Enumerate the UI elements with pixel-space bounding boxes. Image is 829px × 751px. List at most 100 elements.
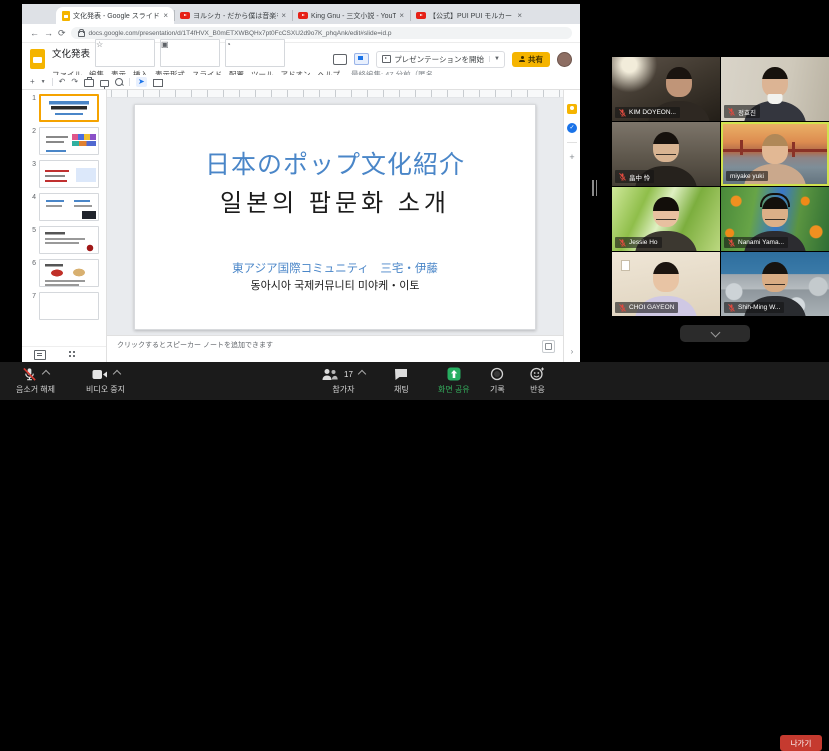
thumbnail-preview[interactable] — [39, 160, 99, 188]
slide-thumbnail-5[interactable]: 5 — [22, 226, 106, 259]
google-slides-logo-icon[interactable] — [30, 49, 45, 69]
comment-history-icon[interactable] — [333, 54, 347, 65]
slide-thumbnail-1[interactable]: 1 — [22, 94, 106, 127]
slide-thumbnail-6[interactable]: 6 — [22, 259, 106, 292]
slide-subtitle-korean[interactable]: 동아시아 국제커뮤니티 미야케・이토 — [251, 277, 420, 293]
tab-close-icon[interactable]: × — [517, 11, 522, 20]
participant-name: 정효진 — [738, 107, 756, 117]
participant-name: KIM DOYEON... — [629, 109, 676, 116]
stop-video-button[interactable]: 비디오 중지 — [86, 366, 125, 395]
tab-close-icon[interactable]: × — [399, 11, 404, 20]
move-folder-icon[interactable]: ▣ — [160, 39, 220, 67]
chevron-down-icon — [710, 327, 720, 337]
participant-name-tag: Nanami Yama... — [724, 237, 788, 248]
start-presentation-button[interactable]: プレゼンテーションを開始 ▼ — [376, 51, 505, 68]
thumbnail-preview[interactable] — [39, 193, 99, 221]
tab-youtube-2[interactable]: King Gnu - 三文小説 - YouTube × — [292, 7, 410, 24]
present-display-icon[interactable] — [354, 53, 369, 65]
thumbnail-preview[interactable] — [39, 127, 99, 155]
new-slide-button[interactable]: + — [30, 78, 35, 86]
undo-icon[interactable]: ↶ — [59, 78, 66, 86]
filmstrip-view-icon[interactable] — [34, 350, 46, 360]
share-button[interactable]: 共有 — [512, 52, 550, 67]
participants-options-chevron-icon[interactable] — [358, 370, 366, 378]
speaker-notes-bar[interactable]: クリックするとスピーカー ノートを追加できます — [107, 335, 563, 362]
video-tile[interactable]: KIM DOYEON... — [612, 57, 720, 121]
slide-title-korean[interactable]: 일본의 팝문화 소개 — [220, 183, 450, 218]
tab-close-icon[interactable]: × — [163, 11, 168, 20]
participant-name-tag: 畠中 怜 — [615, 170, 654, 183]
reactions-button[interactable]: 반응 — [530, 366, 545, 395]
tab-close-icon[interactable]: × — [281, 11, 286, 20]
current-slide[interactable]: 日本のポップ文化紹介 일본의 팝문화 소개 東アジア国際コミュニティ 三宅・伊藤… — [134, 104, 536, 330]
glasses — [656, 219, 676, 224]
grid-view-icon[interactable] — [68, 350, 77, 359]
video-tile[interactable]: Nanami Yama... — [721, 187, 829, 251]
tab-youtube-1[interactable]: ヨルシカ - だから僕は音楽を辞めた… × — [174, 7, 292, 24]
video-tile[interactable]: 정효진 — [721, 57, 829, 121]
slide-subtitle-japanese[interactable]: 東アジア国際コミュニティ 三宅・伊藤 — [232, 260, 438, 276]
video-tile[interactable]: Shih-Ming W... — [721, 252, 829, 316]
address-bar[interactable]: docs.google.com/presentation/d/1T4fHVX_B… — [71, 27, 572, 39]
collapse-gallery-button[interactable] — [680, 325, 750, 342]
gallery-resize-handle[interactable] — [592, 180, 598, 196]
face-mask — [768, 94, 783, 104]
video-tile[interactable]: Jessie Ho — [612, 187, 720, 251]
slide-canvas[interactable]: 日本のポップ文化紹介 일본의 팝문화 소개 東アジア国際コミュニティ 三宅・伊藤… — [107, 90, 563, 335]
tab-youtube-3[interactable]: 【公式】PUI PUI モルカー 第1話… × — [410, 7, 528, 24]
presentation-options-caret-icon[interactable]: ▼ — [489, 56, 504, 62]
slide-thumbnail-4[interactable]: 4 — [22, 193, 106, 226]
speaker-notes-placeholder[interactable]: クリックするとスピーカー ノートを追加できます — [117, 340, 273, 350]
chat-button[interactable]: 채팅 — [394, 366, 409, 395]
google-tasks-icon[interactable]: ✓ — [567, 123, 577, 133]
start-presentation-label: プレゼンテーションを開始 — [394, 54, 484, 65]
collapse-panel-icon[interactable]: › — [571, 347, 574, 356]
slide-thumbnail-3[interactable]: 3 — [22, 160, 106, 193]
lock-icon — [78, 31, 85, 37]
video-tile[interactable]: CHOI GAYEON — [612, 252, 720, 316]
video-tile-active-speaker[interactable]: miyake yuki — [721, 122, 829, 186]
thumbnail-preview[interactable] — [39, 292, 99, 320]
thumbnail-preview[interactable] — [39, 226, 99, 254]
back-icon[interactable]: ← — [30, 29, 39, 38]
muted-mic-icon — [728, 239, 735, 247]
print-icon[interactable] — [84, 79, 94, 87]
star-icon[interactable]: ☆ — [95, 39, 155, 67]
share-screen-button[interactable]: 화면 공유 — [438, 366, 470, 395]
video-tile[interactable]: 畠中 怜 — [612, 122, 720, 186]
text-box-icon[interactable] — [153, 79, 163, 87]
muted-mic-icon — [619, 304, 626, 312]
share-screen-icon — [447, 367, 461, 381]
video-options-chevron-icon[interactable] — [112, 370, 120, 378]
account-avatar[interactable] — [557, 52, 572, 67]
paint-format-icon[interactable] — [100, 80, 109, 87]
forward-icon[interactable]: → — [44, 29, 53, 38]
unmute-button[interactable]: 음소거 해제 — [16, 366, 55, 395]
slide-filmstrip-panel: 1 2 3 4 5 — [22, 90, 107, 362]
record-button[interactable]: 기록 — [490, 366, 505, 395]
participant-name-tag: KIM DOYEON... — [615, 107, 680, 118]
slide-title-japanese[interactable]: 日本のポップ文化紹介 — [205, 145, 465, 181]
participant-name: 畠中 怜 — [629, 172, 650, 182]
slide-thumbnail-2[interactable]: 2 — [22, 127, 106, 160]
new-slide-caret-icon[interactable]: ▼ — [41, 80, 46, 85]
document-title[interactable]: 文化発表 — [52, 46, 90, 60]
slide-thumbnail-7[interactable]: 7 — [22, 292, 106, 325]
leave-meeting-button[interactable]: 나가기 — [780, 735, 822, 751]
notes-layout-icon[interactable] — [542, 340, 555, 353]
reload-icon[interactable]: ⟳ — [58, 29, 66, 38]
google-keep-icon[interactable] — [567, 104, 577, 114]
participants-button[interactable]: 17 참가자 — [322, 366, 365, 395]
tab-slides[interactable]: 文化発表 - Google スライド × — [56, 7, 174, 24]
thumbnail-preview[interactable] — [39, 94, 99, 122]
thumbnail-preview[interactable] — [39, 259, 99, 287]
redo-icon[interactable]: ↷ — [71, 78, 78, 86]
audio-options-chevron-icon[interactable] — [42, 370, 50, 378]
browser-tab-strip: 文化発表 - Google スライド × ヨルシカ - だから僕は音楽を辞めた…… — [22, 4, 580, 24]
zoom-icon[interactable] — [115, 78, 123, 86]
glasses — [765, 219, 785, 224]
get-addons-icon[interactable]: + — [569, 152, 574, 162]
workspace-side-panel: ✓ + › — [563, 90, 580, 362]
cloud-status-icon: ◔ — [225, 39, 285, 67]
select-cursor-icon[interactable]: ➤ — [136, 77, 147, 87]
